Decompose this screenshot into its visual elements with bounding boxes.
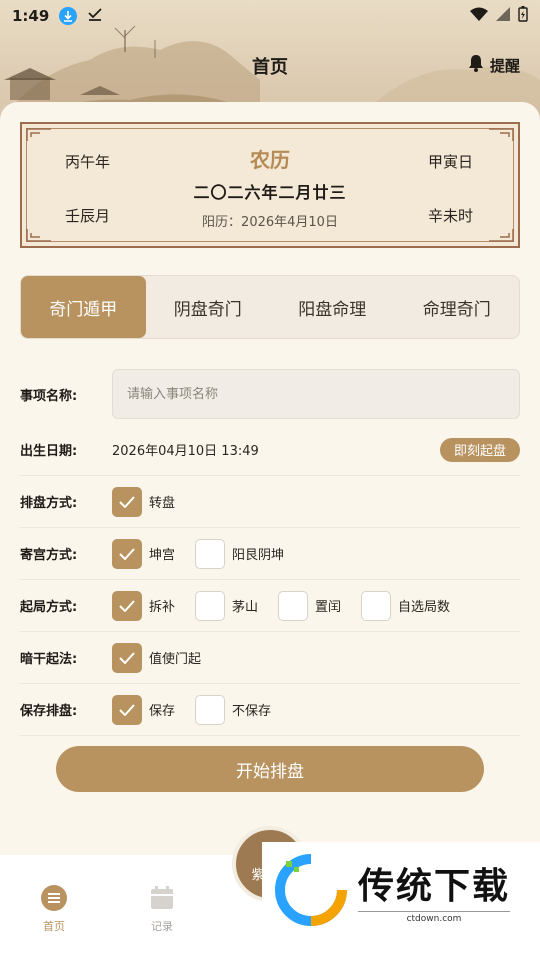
corner-ornament-icon	[489, 128, 514, 141]
option-choice-label: 拆补	[149, 600, 176, 615]
brand-logo-icon	[275, 854, 347, 926]
home-icon	[41, 885, 67, 911]
start-chart-button[interactable]: 开始排盘	[56, 746, 484, 792]
mode-tabs: 奇门遁甲 阴盘奇门 阳盘命理 命理奇门	[20, 275, 520, 339]
top-bar: 首页 提醒	[0, 44, 540, 88]
checkbox-unchecked[interactable]	[361, 590, 392, 621]
birth-date-value[interactable]: 2026年04月10日 13:49	[112, 440, 259, 459]
bell-icon	[468, 54, 484, 76]
checkbox-unchecked[interactable]	[195, 590, 226, 621]
checkbox-checked[interactable]	[112, 486, 142, 517]
corner-ornament-icon	[26, 128, 51, 141]
remind-label: 提醒	[489, 56, 520, 75]
option-row: 暗干起法: 值使门起	[20, 632, 520, 684]
check-icon	[119, 599, 135, 612]
status-time: 1:49	[12, 7, 50, 25]
option-choice[interactable]: 坤宫	[112, 538, 176, 569]
checkbox-checked[interactable]	[112, 538, 142, 569]
option-choice[interactable]: 自选局数	[361, 590, 451, 621]
nav-label-home: 首页	[43, 920, 65, 933]
tab-yinpan-qimen[interactable]: 阴盘奇门	[146, 276, 271, 338]
watermark-url: ctdown.com	[358, 910, 511, 924]
option-choice[interactable]: 拆补	[112, 590, 176, 621]
chart-form: 事项名称: 出生日期: 2026年04月10日 13:49 即刻起盘 排盘方式:…	[20, 364, 520, 736]
option-label: 起局方式:	[20, 600, 78, 615]
page-title: 首页	[252, 57, 288, 78]
check-icon	[119, 547, 135, 560]
birth-row: 出生日期: 2026年04月10日 13:49 即刻起盘	[20, 424, 520, 476]
main-sheet: 丙午年 甲寅日 壬辰月 辛未时 农历 二〇二六年二月廿三 阳历：2026年4月1…	[0, 102, 540, 862]
option-choice-label: 转盘	[149, 496, 176, 511]
event-name-input[interactable]	[112, 369, 520, 419]
name-label: 事项名称:	[20, 388, 78, 404]
lunar-date: 二〇二六年二月廿三	[193, 183, 347, 202]
option-choice[interactable]: 转盘	[112, 486, 176, 517]
done-icon	[87, 6, 103, 26]
option-choice-label: 茅山	[232, 600, 259, 615]
option-choice-label: 值使门起	[149, 652, 202, 667]
option-choice-label: 坤宫	[149, 548, 176, 563]
corner-ornament-icon	[26, 229, 51, 242]
option-label: 保存排盘:	[20, 704, 78, 719]
checkbox-unchecked[interactable]	[195, 694, 226, 725]
option-choice-label: 置闰	[315, 600, 342, 615]
now-chart-button[interactable]: 即刻起盘	[439, 437, 520, 462]
option-choice[interactable]: 保存	[112, 694, 176, 725]
solar-date: 阳历：2026年4月10日	[202, 215, 338, 230]
option-row: 保存排盘: 保存 不保存	[20, 684, 520, 736]
option-choice[interactable]: 置闰	[278, 590, 342, 621]
nav-label-records: 记录	[151, 920, 173, 933]
checkbox-checked[interactable]	[112, 590, 142, 621]
checkbox-checked[interactable]	[112, 642, 142, 673]
calendar-icon	[151, 886, 173, 909]
signal-icon	[496, 7, 510, 25]
almanac-card: 丙午年 甲寅日 壬辰月 辛未时 农历 二〇二六年二月廿三 阳历：2026年4月1…	[20, 122, 520, 248]
checkbox-unchecked[interactable]	[278, 590, 309, 621]
option-choice[interactable]: 值使门起	[112, 642, 202, 673]
nav-item-home[interactable]: 首页	[24, 885, 84, 934]
option-choice-label: 保存	[149, 704, 176, 719]
option-choice-label: 不保存	[232, 704, 272, 719]
status-bar: 1:49	[0, 0, 540, 32]
option-choice-label: 阳艮阴坤	[232, 548, 285, 563]
download-icon	[59, 7, 78, 25]
corner-ornament-icon	[489, 229, 514, 242]
check-icon	[119, 495, 135, 508]
option-choice[interactable]: 不保存	[195, 694, 272, 725]
option-rows: 排盘方式: 转盘寄宫方式: 坤宫 阳艮阴坤起局方式: 拆补 茅山 置闰 自选局数暗干起法: 值使…	[20, 476, 520, 736]
option-choice[interactable]: 茅山	[195, 590, 259, 621]
almanac-title: 农历	[250, 148, 290, 172]
tab-mingli-qimen[interactable]: 命理奇门	[395, 276, 520, 338]
option-row: 起局方式: 拆补 茅山 置闰 自选局数	[20, 580, 520, 632]
option-row: 排盘方式: 转盘	[20, 476, 520, 528]
watermark-brand: 传统下载	[358, 865, 511, 907]
option-choice[interactable]: 阳艮阴坤	[195, 538, 285, 569]
option-choice-label: 自选局数	[398, 600, 451, 615]
check-icon	[119, 703, 135, 716]
option-row: 寄宫方式: 坤宫 阳艮阴坤	[20, 528, 520, 580]
option-label: 暗干起法:	[20, 652, 78, 667]
option-label: 寄宫方式:	[20, 548, 78, 563]
watermark: 传统下载 ctdown.com	[262, 842, 540, 938]
remind-button[interactable]: 提醒	[468, 54, 520, 76]
option-label: 排盘方式:	[20, 496, 78, 511]
tab-yangpan-mingli[interactable]: 阳盘命理	[270, 276, 395, 338]
checkbox-checked[interactable]	[112, 694, 142, 725]
battery-icon	[518, 6, 528, 26]
checkbox-unchecked[interactable]	[195, 538, 226, 569]
wifi-icon	[470, 7, 488, 25]
name-row: 事项名称:	[20, 364, 520, 424]
check-icon	[119, 651, 135, 664]
nav-item-records[interactable]: 记录	[132, 885, 192, 934]
birth-label: 出生日期:	[20, 444, 78, 459]
tab-qimen-dunjia[interactable]: 奇门遁甲	[21, 276, 146, 338]
